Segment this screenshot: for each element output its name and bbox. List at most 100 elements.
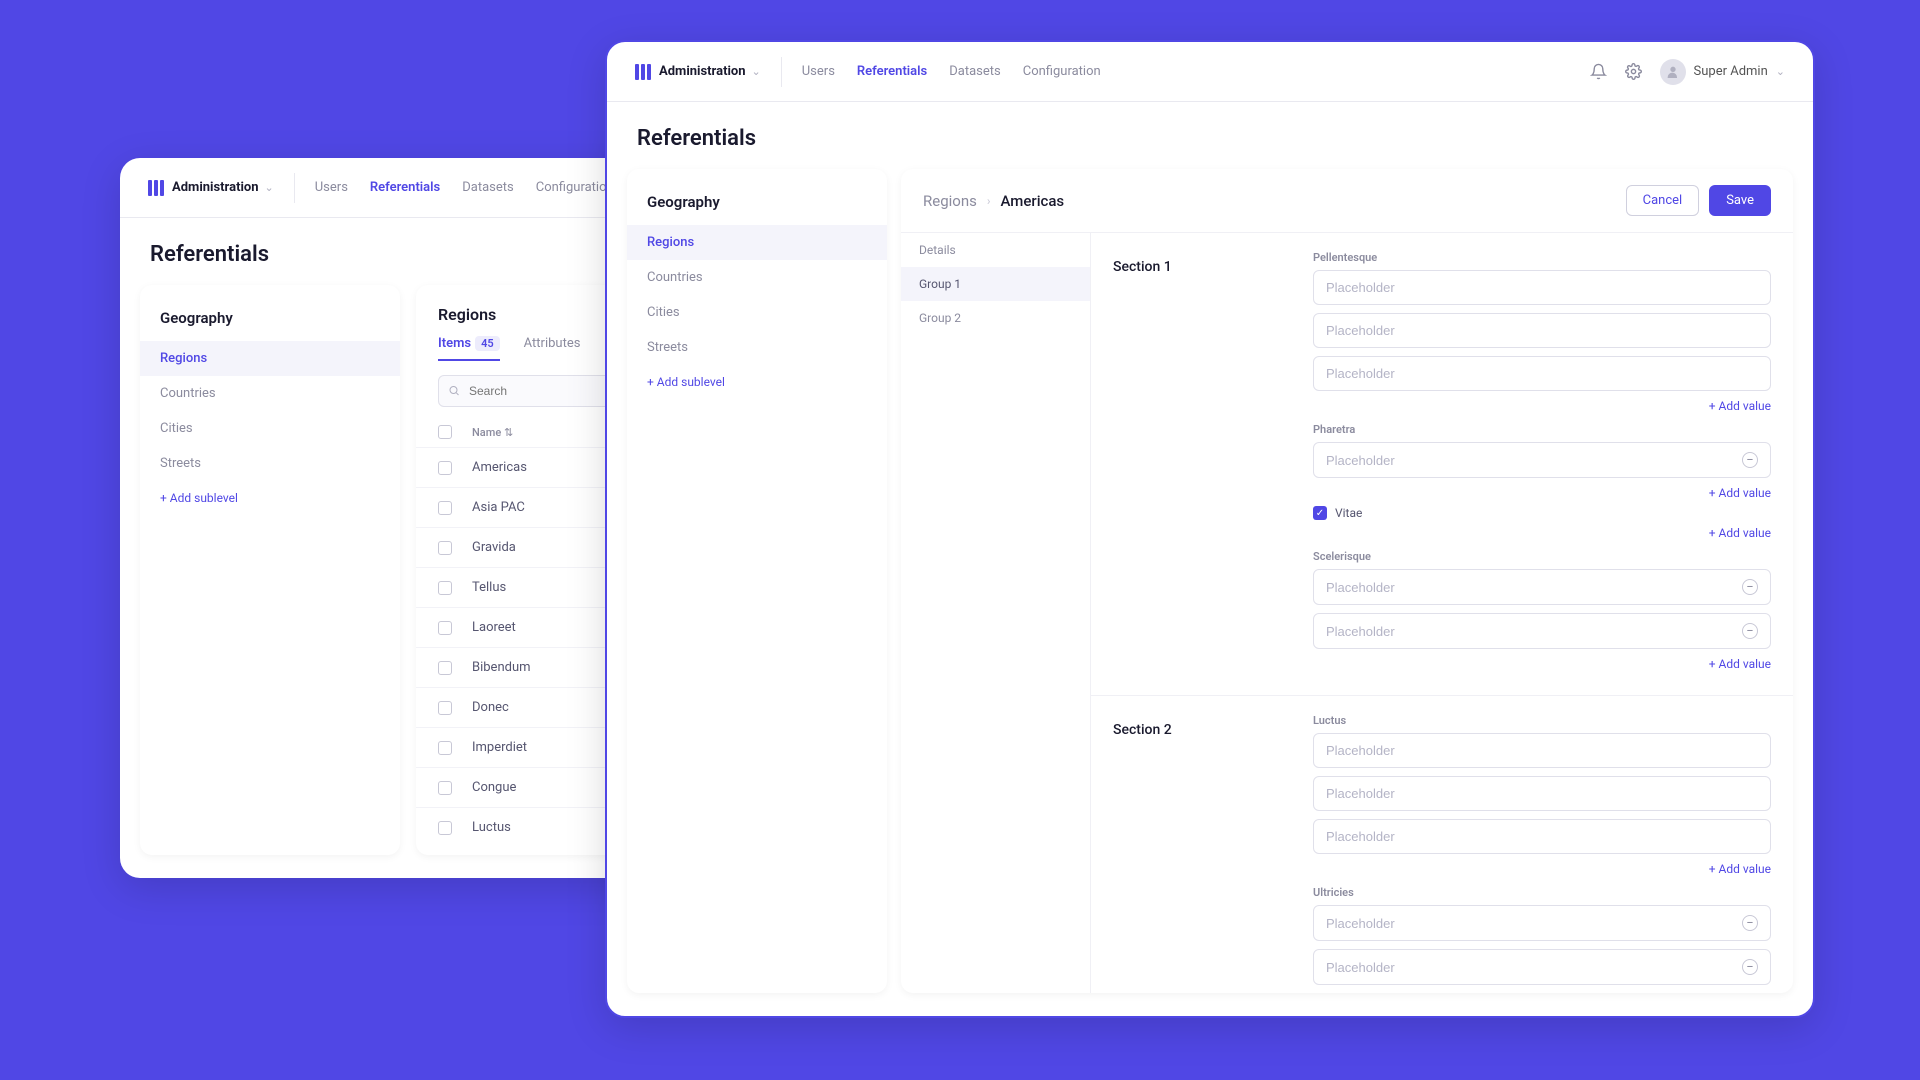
bell-icon[interactable] (1590, 63, 1607, 80)
row-checkbox[interactable] (438, 821, 452, 835)
row-checkbox[interactable] (438, 781, 452, 795)
text-input[interactable] (1313, 733, 1771, 768)
nav-configuration[interactable]: Configuration (1023, 64, 1101, 79)
divider (781, 57, 782, 87)
row-checkbox[interactable] (438, 701, 452, 715)
section-title: Section 2 (1091, 696, 1291, 993)
row-checkbox[interactable] (438, 741, 452, 755)
text-input[interactable]: − (1313, 613, 1771, 649)
remove-icon[interactable]: − (1742, 959, 1758, 975)
checkbox-row[interactable]: ✓ Vitae (1313, 506, 1771, 520)
sidebar-item-streets[interactable]: Streets (140, 446, 400, 481)
sidebar-item-cities[interactable]: Cities (627, 295, 887, 330)
sidebar-item-regions[interactable]: Regions (627, 225, 887, 260)
breadcrumb-current: Americas (1000, 192, 1064, 210)
add-value-button[interactable]: + Add value (1313, 399, 1771, 413)
detail-nav-group-2[interactable]: Group 2 (901, 301, 1090, 335)
row-checkbox[interactable] (438, 621, 452, 635)
text-input[interactable] (1313, 819, 1771, 854)
nav-users[interactable]: Users (802, 64, 835, 79)
nav-users[interactable]: Users (315, 180, 348, 195)
nav-configuration[interactable]: Configuration (536, 180, 614, 195)
checkbox-label: Vitae (1335, 506, 1362, 520)
sidebar-heading: Geography (627, 193, 887, 225)
text-input[interactable] (1313, 270, 1771, 305)
add-value-button[interactable]: + Add value (1313, 486, 1771, 500)
sidebar-heading: Geography (140, 309, 400, 341)
detail-nav-details[interactable]: Details (901, 233, 1090, 267)
text-input[interactable]: − (1313, 569, 1771, 605)
save-button[interactable]: Save (1709, 185, 1771, 216)
add-value-button[interactable]: + Add value (1313, 526, 1771, 540)
user-name: Super Admin (1694, 64, 1768, 79)
field-label: Scelerisque (1313, 550, 1771, 563)
detail-nav-group-1[interactable]: Group 1 (901, 267, 1090, 301)
topbar: Administration ⌄ Users Referentials Data… (607, 42, 1813, 102)
text-input[interactable]: − (1313, 442, 1771, 478)
text-input[interactable] (1313, 776, 1771, 811)
add-sublevel-button[interactable]: + Add sublevel (627, 365, 887, 399)
sidebar: Geography Regions Countries Cities Stree… (627, 169, 887, 993)
nav-referentials[interactable]: Referentials (370, 180, 440, 195)
text-input[interactable] (1313, 313, 1771, 348)
items-count-badge: 45 (475, 336, 500, 351)
user-menu[interactable]: Super Admin ⌄ (1660, 59, 1785, 85)
row-checkbox[interactable] (438, 661, 452, 675)
sidebar-item-countries[interactable]: Countries (140, 376, 400, 411)
row-checkbox[interactable] (438, 581, 452, 595)
row-checkbox[interactable] (438, 541, 452, 555)
gear-icon[interactable] (1625, 63, 1642, 80)
nav-referentials[interactable]: Referentials (857, 64, 927, 79)
topbar-right: Super Admin ⌄ (1590, 59, 1785, 85)
cancel-button[interactable]: Cancel (1626, 185, 1700, 216)
remove-icon[interactable]: − (1742, 452, 1758, 468)
nav-datasets[interactable]: Datasets (462, 180, 514, 195)
sidebar: Geography Regions Countries Cities Stree… (140, 285, 400, 855)
detail-nav: Details Group 1 Group 2 (901, 233, 1091, 993)
sidebar-item-cities[interactable]: Cities (140, 411, 400, 446)
main-panel: Regions › Americas Cancel Save Details G… (901, 169, 1793, 993)
sidebar-item-streets[interactable]: Streets (627, 330, 887, 365)
tab-attributes[interactable]: Attributes (524, 336, 581, 361)
section-1: Section 1 Pellentesque + Add value Phare… (1091, 233, 1793, 696)
breadcrumb: Regions › Americas (923, 192, 1064, 210)
add-value-button[interactable]: + Add value (1313, 862, 1771, 876)
tab-items[interactable]: Items45 (438, 336, 500, 361)
field-label: Ultricies (1313, 886, 1771, 899)
remove-icon[interactable]: − (1742, 579, 1758, 595)
avatar (1660, 59, 1686, 85)
add-sublevel-button[interactable]: + Add sublevel (140, 481, 400, 515)
nav: Users Referentials Datasets Configuratio… (802, 64, 1101, 79)
checkbox-checked-icon[interactable]: ✓ (1313, 506, 1327, 520)
row-checkbox[interactable] (438, 501, 452, 515)
nav-datasets[interactable]: Datasets (949, 64, 1001, 79)
text-input[interactable]: − (1313, 905, 1771, 941)
col-name[interactable]: Name ⇅ (472, 426, 513, 439)
page-title: Referentials (607, 102, 1813, 169)
chevron-down-icon[interactable]: ⌄ (265, 181, 274, 194)
chevron-down-icon: ⌄ (1776, 65, 1785, 78)
logo-icon (635, 64, 651, 80)
sidebar-item-countries[interactable]: Countries (627, 260, 887, 295)
section-title: Section 1 (1091, 233, 1291, 695)
app-name: Administration (659, 64, 746, 79)
row-checkbox[interactable] (438, 461, 452, 475)
app-name: Administration (172, 180, 259, 195)
nav: Users Referentials Datasets Configuratio… (315, 180, 614, 195)
add-value-button[interactable]: + Add value (1313, 657, 1771, 671)
text-input[interactable]: − (1313, 949, 1771, 985)
select-all-checkbox[interactable] (438, 425, 452, 439)
front-window: Administration ⌄ Users Referentials Data… (605, 40, 1815, 1018)
remove-icon[interactable]: − (1742, 915, 1758, 931)
panel-header: Regions › Americas Cancel Save (901, 169, 1793, 233)
remove-icon[interactable]: − (1742, 623, 1758, 639)
chevron-right-icon: › (987, 194, 991, 208)
text-input[interactable] (1313, 356, 1771, 391)
logo-icon (148, 180, 164, 196)
sidebar-item-regions[interactable]: Regions (140, 341, 400, 376)
field-label: Luctus (1313, 714, 1771, 727)
search-icon (448, 382, 460, 401)
chevron-down-icon[interactable]: ⌄ (752, 65, 761, 78)
breadcrumb-parent[interactable]: Regions (923, 192, 977, 210)
section-2: Section 2 Luctus + Add value Ultricies −… (1091, 696, 1793, 993)
